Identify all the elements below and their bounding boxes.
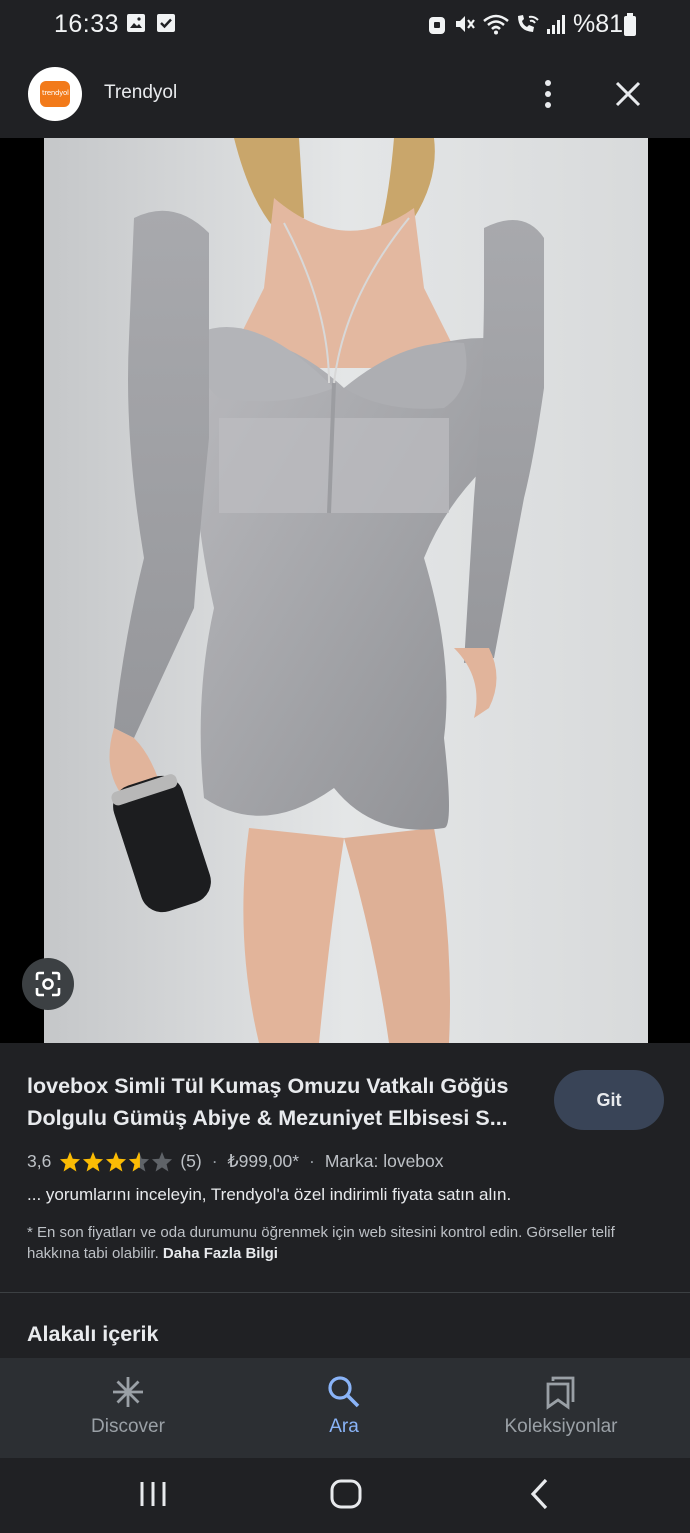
gallery-icon bbox=[127, 14, 145, 32]
nav-item-search[interactable]: Ara bbox=[229, 1358, 459, 1458]
separator-dot: · bbox=[309, 1150, 315, 1171]
product-image[interactable] bbox=[44, 138, 648, 1043]
lock-icon bbox=[429, 17, 445, 34]
star-rating bbox=[59, 1151, 174, 1172]
image-viewer bbox=[0, 138, 690, 1043]
more-info-link[interactable]: Daha Fazla Bilgi bbox=[163, 1245, 278, 1262]
status-bar: 16:33 %81 bbox=[0, 0, 690, 50]
close-icon[interactable] bbox=[608, 74, 648, 114]
nav-item-discover[interactable]: Discover bbox=[13, 1358, 243, 1458]
go-button[interactable]: Git bbox=[554, 1070, 664, 1130]
divider bbox=[0, 1292, 690, 1293]
lens-icon bbox=[35, 971, 61, 997]
system-navigation bbox=[0, 1458, 690, 1533]
nav-label-discover: Discover bbox=[91, 1416, 165, 1437]
home-icon[interactable] bbox=[328, 1476, 364, 1512]
site-logo[interactable]: trendyol bbox=[28, 67, 82, 121]
nav-label-collections: Koleksiyonlar bbox=[504, 1416, 618, 1437]
star-empty-icon bbox=[152, 1151, 173, 1172]
lens-button[interactable] bbox=[22, 958, 74, 1010]
recent-apps-icon[interactable] bbox=[137, 1476, 169, 1512]
signal-icon bbox=[547, 15, 565, 34]
site-title: Trendyol bbox=[104, 82, 178, 103]
battery-icon bbox=[624, 13, 636, 36]
nav-item-collections[interactable]: Koleksiyonlar bbox=[446, 1358, 676, 1458]
status-time: 16:33 bbox=[54, 10, 120, 38]
mute-icon bbox=[456, 16, 475, 32]
star-half-icon bbox=[129, 1151, 150, 1172]
more-vert-icon[interactable] bbox=[530, 74, 566, 114]
bottom-navigation: Discover Ara Koleksiyonlar bbox=[0, 1358, 690, 1458]
disclaimer-text: * En son fiyatları ve oda durumunu öğren… bbox=[27, 1224, 615, 1262]
logo-text: trendyol bbox=[42, 89, 69, 97]
separator-dot: · bbox=[211, 1150, 218, 1171]
brand: Marka: lovebox bbox=[324, 1150, 444, 1171]
related-content-heading: Alakalı içerik bbox=[27, 1322, 159, 1346]
check-icon bbox=[157, 14, 175, 32]
search-icon bbox=[328, 1376, 360, 1408]
result-title-line-1: lovebox Simli Tül Kumaş Omuzu Vatkalı Gö… bbox=[27, 1074, 509, 1098]
result-title-line-2: Dolgulu Gümüş Abiye & Mezuniyet Elbisesi… bbox=[27, 1106, 508, 1130]
trendyol-logo-icon: trendyol bbox=[40, 81, 70, 107]
nav-label-search: Ara bbox=[329, 1416, 359, 1437]
review-count: (5) bbox=[180, 1150, 202, 1171]
app-header: trendyol Trendyol bbox=[0, 50, 690, 138]
battery-percentage: %81 bbox=[573, 10, 624, 38]
star-full-icon bbox=[60, 1151, 81, 1172]
price: ₺999,00* bbox=[227, 1150, 300, 1171]
meta-row: 3,6 (5) · ₺999,00* · Marka: lovebox bbox=[27, 1149, 444, 1173]
rating-value: 3,6 bbox=[27, 1150, 52, 1171]
wifi-icon bbox=[483, 14, 509, 35]
result-title[interactable]: lovebox Simli Tül Kumaş Omuzu Vatkalı Gö… bbox=[27, 1070, 542, 1134]
star-full-icon bbox=[106, 1151, 127, 1172]
back-icon[interactable] bbox=[525, 1476, 555, 1512]
result-card: lovebox Simli Tül Kumaş Omuzu Vatkalı Gö… bbox=[0, 1043, 690, 1293]
collections-icon bbox=[546, 1376, 575, 1410]
asterisk-icon bbox=[113, 1377, 143, 1407]
star-full-icon bbox=[83, 1151, 104, 1172]
result-snippet: ... yorumlarını inceleyin, Trendyol'a öz… bbox=[27, 1185, 512, 1204]
wifi-calling-icon bbox=[518, 15, 539, 32]
disclaimer: * En son fiyatları ve oda durumunu öğren… bbox=[27, 1222, 667, 1264]
